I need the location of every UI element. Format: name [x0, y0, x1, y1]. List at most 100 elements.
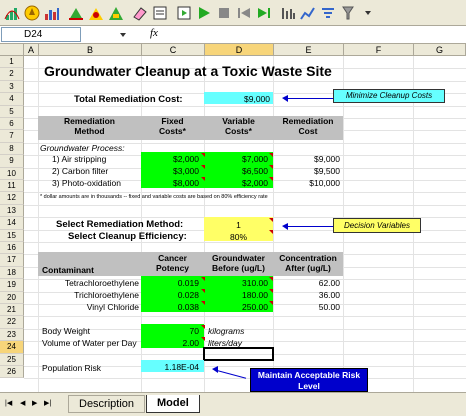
body-weight-value[interactable]: 70: [141, 326, 199, 336]
row-header-13[interactable]: 13: [0, 204, 24, 218]
add-assumption-icon[interactable]: [3, 4, 21, 22]
prev-sheet-icon[interactable]: ◀: [20, 399, 25, 407]
method-name: 1) Air stripping: [52, 154, 107, 164]
row-header-21[interactable]: 21: [0, 304, 24, 317]
copy-data-icon[interactable]: [67, 4, 85, 22]
toolbar-options-icon[interactable]: [359, 4, 377, 22]
body-weight-label: Body Weight: [42, 326, 91, 336]
single-step-icon[interactable]: [255, 4, 273, 22]
optquest-icon[interactable]: [279, 4, 297, 22]
row-header-25[interactable]: 25: [0, 353, 24, 366]
worksheet-grid[interactable]: Groundwater Cleanup at a Toxic Waste Sit…: [24, 56, 466, 392]
row-header-19[interactable]: 19: [0, 279, 24, 292]
first-sheet-icon[interactable]: |◀: [5, 399, 12, 407]
water-volume-label: Volume of Water per Day: [42, 338, 137, 348]
tab-model[interactable]: Model: [146, 395, 200, 413]
clear-data-icon[interactable]: [107, 4, 125, 22]
start-simulation-icon[interactable]: [195, 4, 213, 22]
cell-comment-marker: [269, 177, 273, 181]
row-header-5[interactable]: 5: [0, 105, 24, 118]
column-header-f[interactable]: F: [344, 44, 414, 56]
sensitivity-icon[interactable]: [319, 4, 337, 22]
select-all-corner[interactable]: [0, 44, 24, 56]
select-efficiency-label: Select Cleanup Efficiency:: [68, 231, 187, 242]
stop-simulation-icon[interactable]: [215, 4, 233, 22]
cancer-potency[interactable]: 0.028: [141, 290, 199, 300]
row-header-22[interactable]: 22: [0, 316, 24, 329]
arrow-line: [286, 226, 334, 227]
view-charts-icon[interactable]: [299, 4, 317, 22]
row-header-18[interactable]: 18: [0, 266, 24, 280]
water-volume-value[interactable]: 2.00: [141, 338, 199, 348]
cell-comment-marker: [201, 277, 205, 281]
row-header-15[interactable]: 15: [0, 229, 24, 242]
cell-comment-marker: [201, 301, 205, 305]
row-header-26[interactable]: 26: [0, 366, 24, 379]
row-header-2[interactable]: 2: [0, 68, 24, 81]
arrow-line: [286, 98, 334, 99]
row-header-6[interactable]: 6: [0, 118, 24, 131]
cancer-potency[interactable]: 0.019: [141, 278, 199, 288]
last-sheet-icon[interactable]: ▶|: [44, 399, 51, 407]
remediation-cost: $9,500: [314, 166, 340, 176]
variable-cost[interactable]: $6,500: [204, 166, 268, 176]
row-header-8[interactable]: 8: [0, 142, 24, 156]
cell-comment-marker: [269, 218, 273, 222]
formula-input[interactable]: [168, 27, 464, 42]
row-header-17[interactable]: 17: [0, 254, 24, 267]
fixed-cost[interactable]: $8,000: [141, 178, 199, 188]
next-sheet-icon[interactable]: ▶: [32, 399, 37, 407]
insert-function-icon[interactable]: fx: [150, 27, 158, 39]
row-header-11[interactable]: 11: [0, 180, 24, 193]
row-header-16[interactable]: 16: [0, 242, 24, 255]
column-header-e[interactable]: E: [274, 44, 344, 56]
select-method-value[interactable]: 1: [204, 220, 273, 230]
row-header-24[interactable]: 24: [0, 341, 24, 354]
variable-header: Variable Costs*: [222, 116, 255, 136]
row-header-9[interactable]: 9: [0, 155, 24, 168]
column-header-a[interactable]: A: [24, 44, 39, 56]
run-preferences-icon[interactable]: [151, 4, 169, 22]
row-header-4[interactable]: 4: [0, 93, 24, 106]
name-box[interactable]: D24: [1, 27, 81, 42]
select-efficiency-value[interactable]: 80%: [204, 232, 273, 242]
concentration-after: 50.00: [318, 302, 340, 312]
process-label: Groundwater Process:: [40, 143, 125, 153]
cell-comment-marker: [201, 325, 205, 329]
row-header-23[interactable]: 23: [0, 328, 24, 342]
row-header-12[interactable]: 12: [0, 192, 24, 205]
fixed-cost[interactable]: $2,000: [141, 154, 199, 164]
row-header-14[interactable]: 14: [0, 217, 24, 230]
cost-header: Remediation Cost: [282, 116, 334, 136]
cell-comment-marker: [269, 153, 273, 157]
row-header-3[interactable]: 3: [0, 80, 24, 94]
row-header-7[interactable]: 7: [0, 130, 24, 143]
column-header-b[interactable]: B: [39, 44, 142, 56]
cancer-potency[interactable]: 0.038: [141, 302, 199, 312]
row-header-1[interactable]: 1: [0, 56, 24, 69]
footnote: * dollar amounts are in thousands -- fix…: [40, 194, 268, 200]
define-decision-icon[interactable]: [23, 4, 41, 22]
fixed-cost[interactable]: $3,000: [141, 166, 199, 176]
reset-simulation-icon[interactable]: [235, 4, 253, 22]
variable-cost[interactable]: $7,000: [204, 154, 268, 164]
tools-icon[interactable]: [339, 4, 357, 22]
column-header-g[interactable]: G: [414, 44, 466, 56]
concentration-before[interactable]: 250.00: [204, 302, 268, 312]
paste-data-icon[interactable]: [87, 4, 105, 22]
concentration-before[interactable]: 310.00: [204, 278, 268, 288]
column-header-c[interactable]: C: [142, 44, 205, 56]
tab-description[interactable]: Description: [68, 395, 146, 413]
settings-icon[interactable]: [175, 4, 193, 22]
define-forecast-icon[interactable]: [43, 4, 61, 22]
row-header-10[interactable]: 10: [0, 167, 24, 180]
row-header-20[interactable]: 20: [0, 291, 24, 304]
variable-cost[interactable]: $2,000: [204, 178, 268, 188]
cell-preferences-icon[interactable]: [131, 4, 149, 22]
active-cell-d24[interactable]: [203, 347, 274, 361]
column-header-d[interactable]: D: [205, 44, 274, 56]
name-box-dropdown-icon[interactable]: [118, 28, 128, 41]
cell-comment-marker: [269, 301, 273, 305]
concentration-before[interactable]: 180.00: [204, 290, 268, 300]
population-risk-label: Population Risk: [42, 363, 102, 373]
